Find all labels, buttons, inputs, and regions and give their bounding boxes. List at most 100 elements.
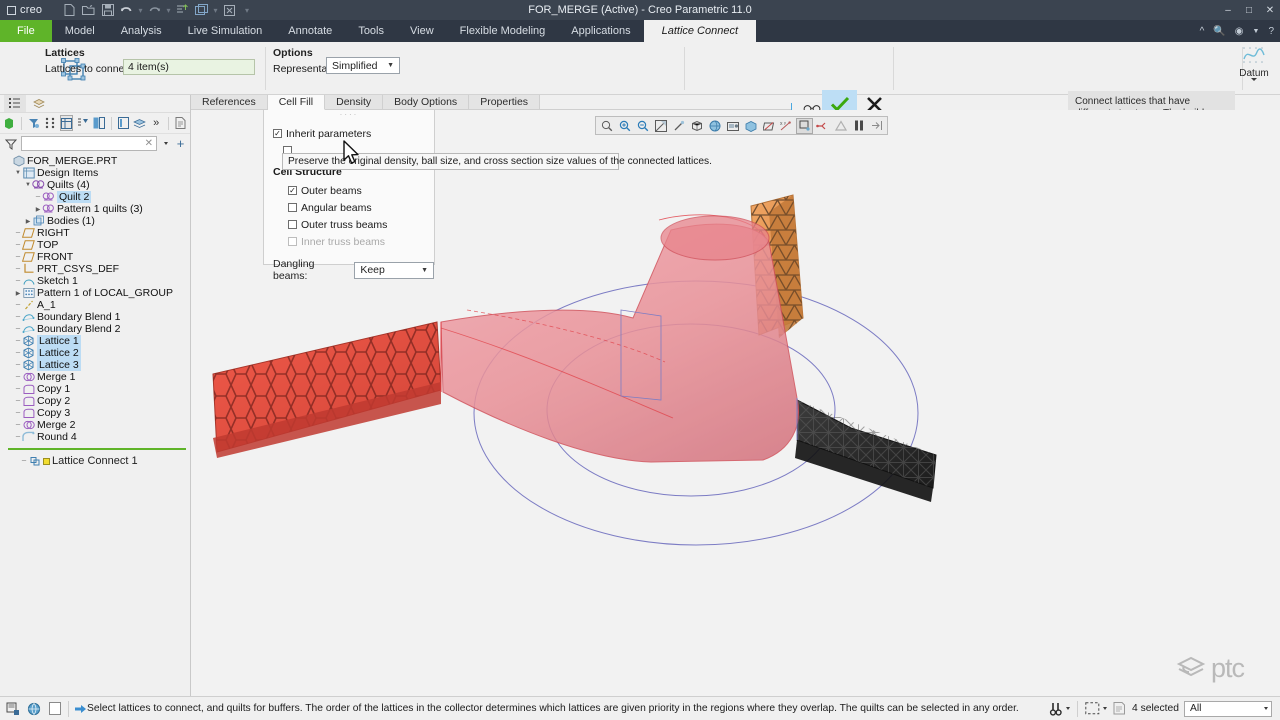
ribbon-tab-file[interactable]: File bbox=[0, 20, 52, 42]
collapse-ribbon-icon[interactable]: ^ bbox=[1200, 26, 1205, 37]
tab-density[interactable]: Density bbox=[325, 95, 384, 109]
filter-icon[interactable] bbox=[1112, 702, 1127, 715]
maximize-button[interactable]: □ bbox=[1243, 5, 1255, 16]
model-tree-icon[interactable] bbox=[4, 95, 26, 112]
selection-icon[interactable] bbox=[4, 700, 21, 717]
ribbon-tab-live-simulation[interactable]: Live Simulation bbox=[175, 20, 276, 42]
ribbon-tab-flexible-modeling[interactable]: Flexible Modeling bbox=[447, 20, 559, 42]
help-icon[interactable]: ? bbox=[1268, 26, 1274, 37]
save-icon[interactable] bbox=[99, 2, 116, 18]
new-icon[interactable] bbox=[61, 2, 78, 18]
saved-views-icon[interactable] bbox=[688, 118, 705, 134]
tree-item-merge-2[interactable]: ─ Merge 2 bbox=[0, 419, 190, 431]
language-icon[interactable]: ◉ bbox=[1235, 26, 1244, 37]
filter-dropdown-icon[interactable] bbox=[160, 142, 171, 145]
creo-logo[interactable]: creo bbox=[0, 4, 55, 16]
close-window-icon[interactable] bbox=[221, 2, 238, 18]
appearance-icon[interactable] bbox=[742, 118, 759, 134]
tree-item-copy-3[interactable]: ─ Copy 3 bbox=[0, 407, 190, 419]
spin-center-toggle-icon[interactable] bbox=[796, 117, 813, 134]
chevron-down-icon[interactable]: ▼ bbox=[14, 167, 22, 179]
insert-here-indicator[interactable] bbox=[8, 448, 186, 450]
redo-dropdown-icon[interactable]: ▾ bbox=[165, 2, 172, 18]
chevron-right-icon[interactable]: ▶ bbox=[14, 287, 22, 299]
ribbon-tab-lattice-connect[interactable]: Lattice Connect bbox=[643, 20, 757, 42]
tree-item-lattice-3[interactable]: ─ Lattice 3 bbox=[0, 359, 190, 371]
inherit-parameters-row[interactable]: ✓ Inherit parameters bbox=[273, 127, 434, 140]
web-icon[interactable] bbox=[25, 700, 42, 717]
outer-beams-row[interactable]: ✓ Outer beams bbox=[288, 184, 434, 197]
chevron-down-icon[interactable]: ▼ bbox=[24, 179, 32, 191]
layer-tree-icon[interactable] bbox=[28, 95, 50, 112]
minimize-button[interactable]: – bbox=[1222, 5, 1234, 16]
dangling-beams-combo[interactable]: Keep ▼ bbox=[354, 261, 434, 279]
tree-item-quilts-4[interactable]: ▼ Quilts (4) bbox=[0, 179, 190, 191]
ribbon-tab-tools[interactable]: Tools bbox=[345, 20, 397, 42]
selection-box-tool[interactable] bbox=[1085, 702, 1108, 715]
settings-icon[interactable] bbox=[174, 115, 187, 131]
more-icon[interactable]: » bbox=[150, 115, 163, 131]
angular-beams-checkbox[interactable] bbox=[288, 203, 297, 212]
selection-filter-combo[interactable]: All bbox=[1184, 700, 1272, 717]
datum-display-icon[interactable] bbox=[760, 118, 777, 134]
tree-item-front[interactable]: ─ FRONT bbox=[0, 251, 190, 263]
spin-center-icon[interactable] bbox=[670, 118, 687, 134]
customize-qat-icon[interactable]: ▾ bbox=[240, 2, 254, 18]
tree-item-right[interactable]: ─ RIGHT bbox=[0, 227, 190, 239]
show-icon[interactable] bbox=[3, 115, 16, 131]
filter-settings-icon[interactable] bbox=[27, 115, 40, 131]
search-icon[interactable]: 🔍 bbox=[1213, 26, 1225, 37]
ribbon-tab-applications[interactable]: Applications bbox=[558, 20, 643, 42]
find-dropdown-icon[interactable] bbox=[1066, 707, 1071, 710]
annotation-display-icon[interactable]: xy bbox=[778, 118, 795, 134]
csys-display-icon[interactable] bbox=[832, 118, 849, 134]
tree-item-top[interactable]: ─ TOP bbox=[0, 239, 190, 251]
outer-truss-beams-checkbox[interactable] bbox=[288, 220, 297, 229]
zoom-in-icon[interactable] bbox=[616, 118, 633, 134]
window-icon[interactable] bbox=[46, 700, 63, 717]
chevron-down-icon[interactable]: ▼ bbox=[1253, 28, 1260, 35]
tree-item-for-merge-prt[interactable]: FOR_MERGE.PRT bbox=[0, 155, 190, 167]
tree-item-merge-1[interactable]: ─ Merge 1 bbox=[0, 371, 190, 383]
chevron-right-icon[interactable]: ▶ bbox=[24, 215, 32, 227]
tab-body-options[interactable]: Body Options bbox=[383, 95, 470, 109]
selection-box-dropdown-icon[interactable] bbox=[1103, 707, 1108, 710]
tree-filters-icon[interactable] bbox=[93, 115, 106, 131]
sort-icon[interactable] bbox=[76, 115, 89, 131]
add-filter-icon[interactable]: + bbox=[174, 136, 187, 151]
repaint-icon[interactable] bbox=[652, 118, 669, 134]
tree-item-lattice-2[interactable]: ─ Lattice 2 bbox=[0, 347, 190, 359]
list-icon[interactable] bbox=[44, 115, 57, 131]
chevron-right-icon[interactable]: ▶ bbox=[34, 203, 42, 215]
regenerate-icon[interactable] bbox=[174, 2, 191, 18]
ribbon-tab-view[interactable]: View bbox=[397, 20, 447, 42]
open-icon[interactable] bbox=[80, 2, 97, 18]
tree-item-design-items[interactable]: ▼ Design Items bbox=[0, 167, 190, 179]
representation-combo[interactable]: Simplified ▼ bbox=[326, 57, 400, 74]
split-icon[interactable] bbox=[117, 115, 130, 131]
ribbon-tab-annotate[interactable]: Annotate bbox=[275, 20, 345, 42]
filter-icon[interactable] bbox=[3, 138, 18, 150]
tree-item-pattern-1-quilts-3[interactable]: ▶ Pattern 1 quilts (3) bbox=[0, 203, 190, 215]
tab-properties[interactable]: Properties bbox=[469, 95, 541, 109]
layer-icon[interactable] bbox=[724, 118, 741, 134]
ribbon-tab-analysis[interactable]: Analysis bbox=[108, 20, 175, 42]
tree-item-sketch-1[interactable]: ─ Sketch 1 bbox=[0, 275, 190, 287]
window-dropdown-icon[interactable]: ▾ bbox=[212, 2, 219, 18]
angular-beams-row[interactable]: Angular beams bbox=[288, 201, 434, 214]
outer-truss-beams-row[interactable]: Outer truss beams bbox=[288, 218, 434, 231]
ribbon-tab-model[interactable]: Model bbox=[52, 20, 108, 42]
tree-columns-icon[interactable] bbox=[59, 115, 74, 131]
find-tool[interactable] bbox=[1049, 702, 1071, 716]
panel-resize-grip[interactable]: ···· bbox=[264, 110, 434, 119]
view-manager-icon[interactable] bbox=[706, 118, 723, 134]
close-button[interactable]: ✕ bbox=[1264, 5, 1276, 16]
datum-curve-icon[interactable] bbox=[1241, 42, 1267, 68]
tree-item-quilt-2[interactable]: ─ Quilt 2 bbox=[0, 191, 190, 203]
tree-item-copy-1[interactable]: ─ Copy 1 bbox=[0, 383, 190, 395]
refit-icon[interactable] bbox=[598, 118, 615, 134]
tree-item-prt-csys-def[interactable]: ─ PRT_CSYS_DEF bbox=[0, 263, 190, 275]
redo-icon[interactable] bbox=[146, 2, 163, 18]
window-icon[interactable] bbox=[193, 2, 210, 18]
lattices-to-connect-collector[interactable]: 4 item(s) bbox=[123, 59, 255, 75]
